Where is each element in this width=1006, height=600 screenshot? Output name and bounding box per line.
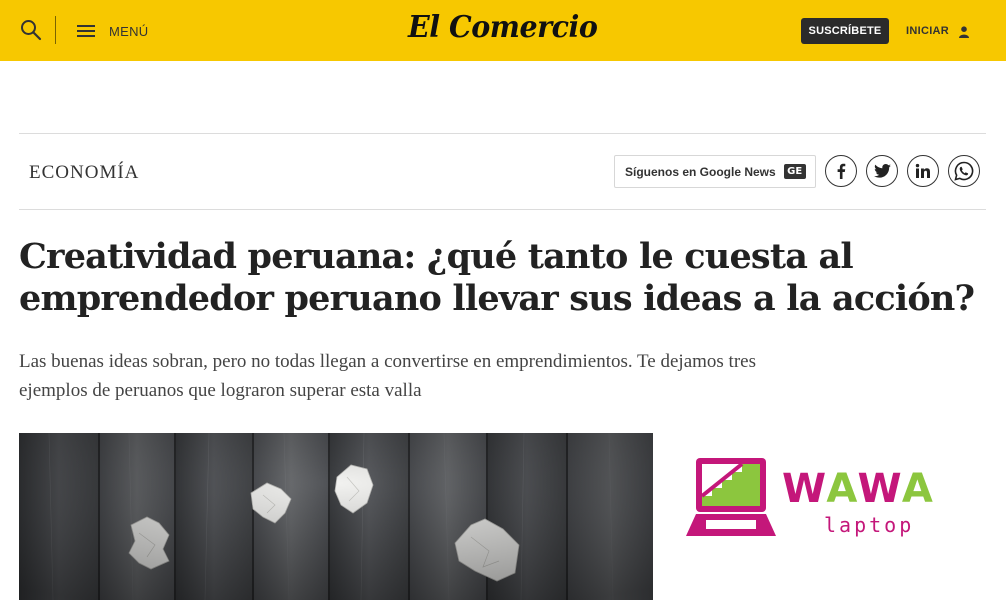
facebook-icon	[837, 163, 846, 179]
linkedin-icon	[915, 163, 930, 178]
subscribe-button[interactable]: SUSCRÍBETE	[801, 18, 889, 44]
laptop-logo-icon	[686, 458, 776, 536]
wawa-laptop-ad[interactable]: WAWA laptop	[684, 452, 974, 544]
article-title-line: emprendedor peruano llevar sus ideas a l…	[19, 278, 975, 319]
section-top-divider	[19, 133, 986, 134]
google-news-button[interactable]: Síguenos en Google News GE	[614, 155, 816, 188]
article-subtitle: Las buenas ideas sobran, pero no todas l…	[19, 347, 979, 405]
section-label[interactable]: ECONOMÍA	[29, 162, 139, 184]
logo-text: El Comercio	[408, 10, 598, 45]
section-bottom-divider	[19, 209, 986, 210]
login-button[interactable]: INICIAR	[906, 22, 970, 40]
article-subtitle-line: ejemplos de peruanos que lograron supera…	[19, 380, 422, 401]
google-news-icon: GE	[783, 164, 806, 179]
twitter-share-button[interactable]	[866, 155, 898, 187]
user-icon	[959, 25, 970, 38]
whatsapp-icon	[954, 161, 974, 181]
article-title-line: Creatividad peruana: ¿qué tanto le cuest…	[19, 236, 854, 277]
article-hero-image	[19, 433, 653, 600]
ad-brand-text: WAWA	[782, 466, 935, 512]
ad-tagline: laptop	[824, 513, 914, 537]
article-subtitle-line: Las buenas ideas sobran, pero no todas l…	[19, 351, 756, 372]
login-label: INICIAR	[906, 25, 950, 37]
google-news-label: Síguenos en Google News	[625, 164, 776, 179]
article-title: Creatividad peruana: ¿qué tanto le cuest…	[19, 236, 979, 320]
whatsapp-share-button[interactable]	[948, 155, 980, 187]
linkedin-share-button[interactable]	[907, 155, 939, 187]
top-navigation-bar: MENÚ El Comercio SUSCRÍBETE INICIAR	[0, 0, 1006, 61]
facebook-share-button[interactable]	[825, 155, 857, 187]
twitter-icon	[873, 164, 891, 178]
